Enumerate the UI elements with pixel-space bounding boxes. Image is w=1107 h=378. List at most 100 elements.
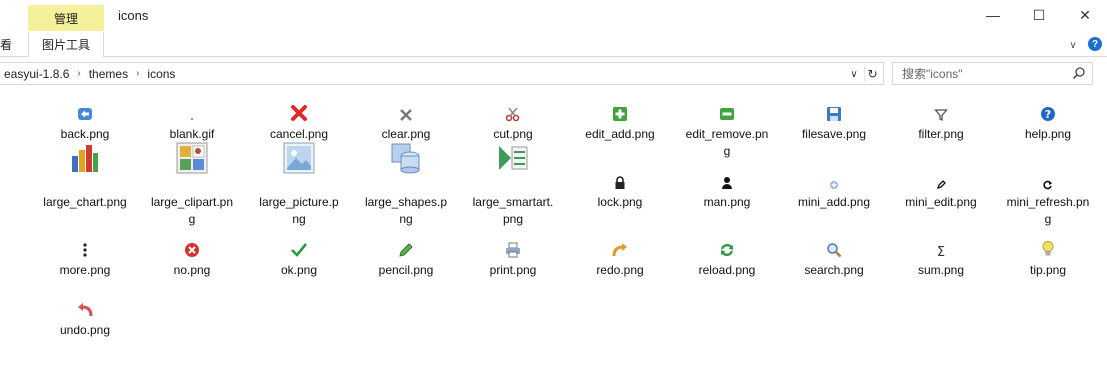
file-item[interactable]: reload.png	[672, 230, 782, 292]
breadcrumb-themes[interactable]: themes	[85, 67, 132, 81]
mini-edit-icon	[886, 172, 996, 190]
breadcrumb-easyui[interactable]: easyui-1.8.6	[0, 67, 73, 81]
file-name-line: g	[1044, 212, 1052, 226]
search-input[interactable]: 搜索"icons"	[892, 62, 1093, 85]
file-item[interactable]: man.png	[672, 162, 782, 224]
file-item[interactable]: mini_refresh.png	[993, 162, 1103, 226]
file-item[interactable]: search.png	[779, 230, 889, 292]
print-icon	[458, 240, 568, 258]
file-name: mini_edit.png	[905, 195, 977, 209]
breadcrumb-icons[interactable]: icons	[143, 67, 179, 81]
file-item[interactable]: filter.png	[886, 94, 996, 156]
file-name-line: large_shapes.p	[364, 195, 448, 209]
file-name: more.png	[59, 263, 111, 277]
filesave-icon	[779, 104, 889, 122]
address-bar[interactable]: easyui-1.8.6 › themes › icons ∨ ↻	[0, 62, 884, 85]
file-item[interactable]: ok.png	[244, 230, 354, 292]
edit-remove-icon	[672, 104, 782, 122]
file-item[interactable]: ? help.png	[993, 94, 1103, 156]
file-name: large_clipart.png	[137, 194, 247, 228]
file-name: tip.png	[1029, 263, 1067, 277]
file-name: help.png	[1024, 127, 1072, 141]
file-name: large_shapes.png	[351, 194, 461, 228]
file-item[interactable]: redo.png	[565, 230, 675, 292]
file-item[interactable]: lock.png	[565, 162, 675, 224]
no-icon	[137, 240, 247, 258]
file-item[interactable]: large_shapes.png	[351, 143, 461, 226]
ribbon-expand-chevron-icon[interactable]: ∨	[1066, 38, 1080, 52]
file-name: mini_refresh.png	[993, 194, 1103, 228]
file-item[interactable]: large_picture.p ng	[244, 142, 354, 226]
minimize-icon: —	[986, 7, 1000, 23]
lock-icon	[565, 172, 675, 190]
mini-add-icon	[779, 172, 889, 190]
file-name: pencil.png	[378, 263, 434, 277]
address-dropdown-icon[interactable]: ∨	[847, 66, 861, 82]
file-name: cancel.png	[269, 127, 329, 141]
maximize-button[interactable]: ☐	[1016, 0, 1062, 30]
file-name-line: large_clipart.pn	[150, 195, 234, 209]
file-name: large_smartart. png	[458, 194, 568, 228]
close-button[interactable]: ✕	[1062, 0, 1107, 30]
file-name: large_chart.png	[43, 195, 127, 209]
file-name: blank.gif	[169, 127, 215, 141]
filter-icon	[886, 104, 996, 122]
file-name: print.png	[489, 263, 537, 277]
file-name: reload.png	[698, 263, 756, 277]
tab-view[interactable]: 看	[0, 32, 14, 57]
cancel-icon	[244, 104, 354, 122]
file-item[interactable]: more.png	[30, 230, 140, 292]
window-title: icons	[118, 8, 149, 23]
file-name-line: ng	[292, 212, 306, 226]
pencil-icon	[351, 240, 461, 258]
file-item[interactable]: mini_add.png	[779, 162, 889, 224]
help-icon: ?	[993, 104, 1103, 122]
large-picture-icon	[244, 142, 354, 174]
large-smartart-icon	[458, 142, 568, 174]
file-item[interactable]: print.png	[458, 230, 568, 292]
ok-icon	[244, 240, 354, 258]
file-item[interactable]: large_smartart. png	[458, 146, 568, 226]
file-name: lock.png	[597, 195, 643, 209]
file-name-line: ng	[399, 212, 413, 226]
file-item[interactable]: undo.png	[30, 290, 140, 352]
minimize-button[interactable]: —	[970, 0, 1016, 30]
svg-text:Σ: Σ	[937, 245, 945, 258]
man-icon	[672, 172, 782, 190]
file-item[interactable]: pencil.png	[351, 230, 461, 292]
file-name-line: g	[188, 212, 196, 226]
file-item[interactable]: edit_remove.pn g	[672, 94, 782, 158]
file-item[interactable]: mini_edit.png	[886, 162, 996, 224]
manage-context-tab[interactable]: 管理	[28, 5, 104, 31]
tab-picture-tools[interactable]: 图片工具	[28, 32, 104, 57]
ribbon-tabs: 看 图片工具 ∨ ?	[0, 32, 1107, 57]
file-item[interactable]: large_clipart.png	[137, 142, 247, 226]
file-item[interactable]: large_chart.png	[30, 145, 140, 224]
file-item[interactable]: no.png	[137, 230, 247, 292]
file-name: large_picture.p ng	[244, 194, 354, 228]
help-icon[interactable]: ?	[1088, 37, 1102, 51]
redo-icon	[565, 240, 675, 258]
file-item[interactable]: edit_add.png	[565, 94, 675, 156]
maximize-icon: ☐	[1032, 6, 1046, 23]
file-name-line: edit_remove.pn	[685, 127, 769, 141]
file-item[interactable]: Σsum.png	[886, 230, 996, 292]
refresh-icon[interactable]: ↻	[864, 66, 880, 82]
more-icon	[30, 240, 140, 258]
close-icon: ✕	[1079, 6, 1091, 23]
file-name: redo.png	[596, 263, 644, 277]
sum-icon: Σ	[886, 240, 996, 258]
large-chart-icon	[30, 142, 140, 174]
file-item[interactable]: filesave.png	[779, 94, 889, 156]
file-name-line: large_smartart.	[472, 195, 554, 209]
svg-text:?: ?	[1045, 108, 1051, 121]
clear-icon	[351, 104, 461, 122]
file-name-line: mini_refresh.pn	[1006, 195, 1090, 209]
breadcrumb-separator-icon[interactable]: ›	[73, 68, 84, 79]
file-name: edit_remove.pn g	[672, 126, 782, 160]
file-name: filter.png	[918, 127, 964, 141]
search-icon[interactable]	[1072, 66, 1086, 80]
file-item[interactable]: tip.png	[993, 230, 1103, 292]
breadcrumb-separator-icon[interactable]: ›	[132, 68, 143, 79]
file-name: clear.png	[381, 127, 431, 141]
